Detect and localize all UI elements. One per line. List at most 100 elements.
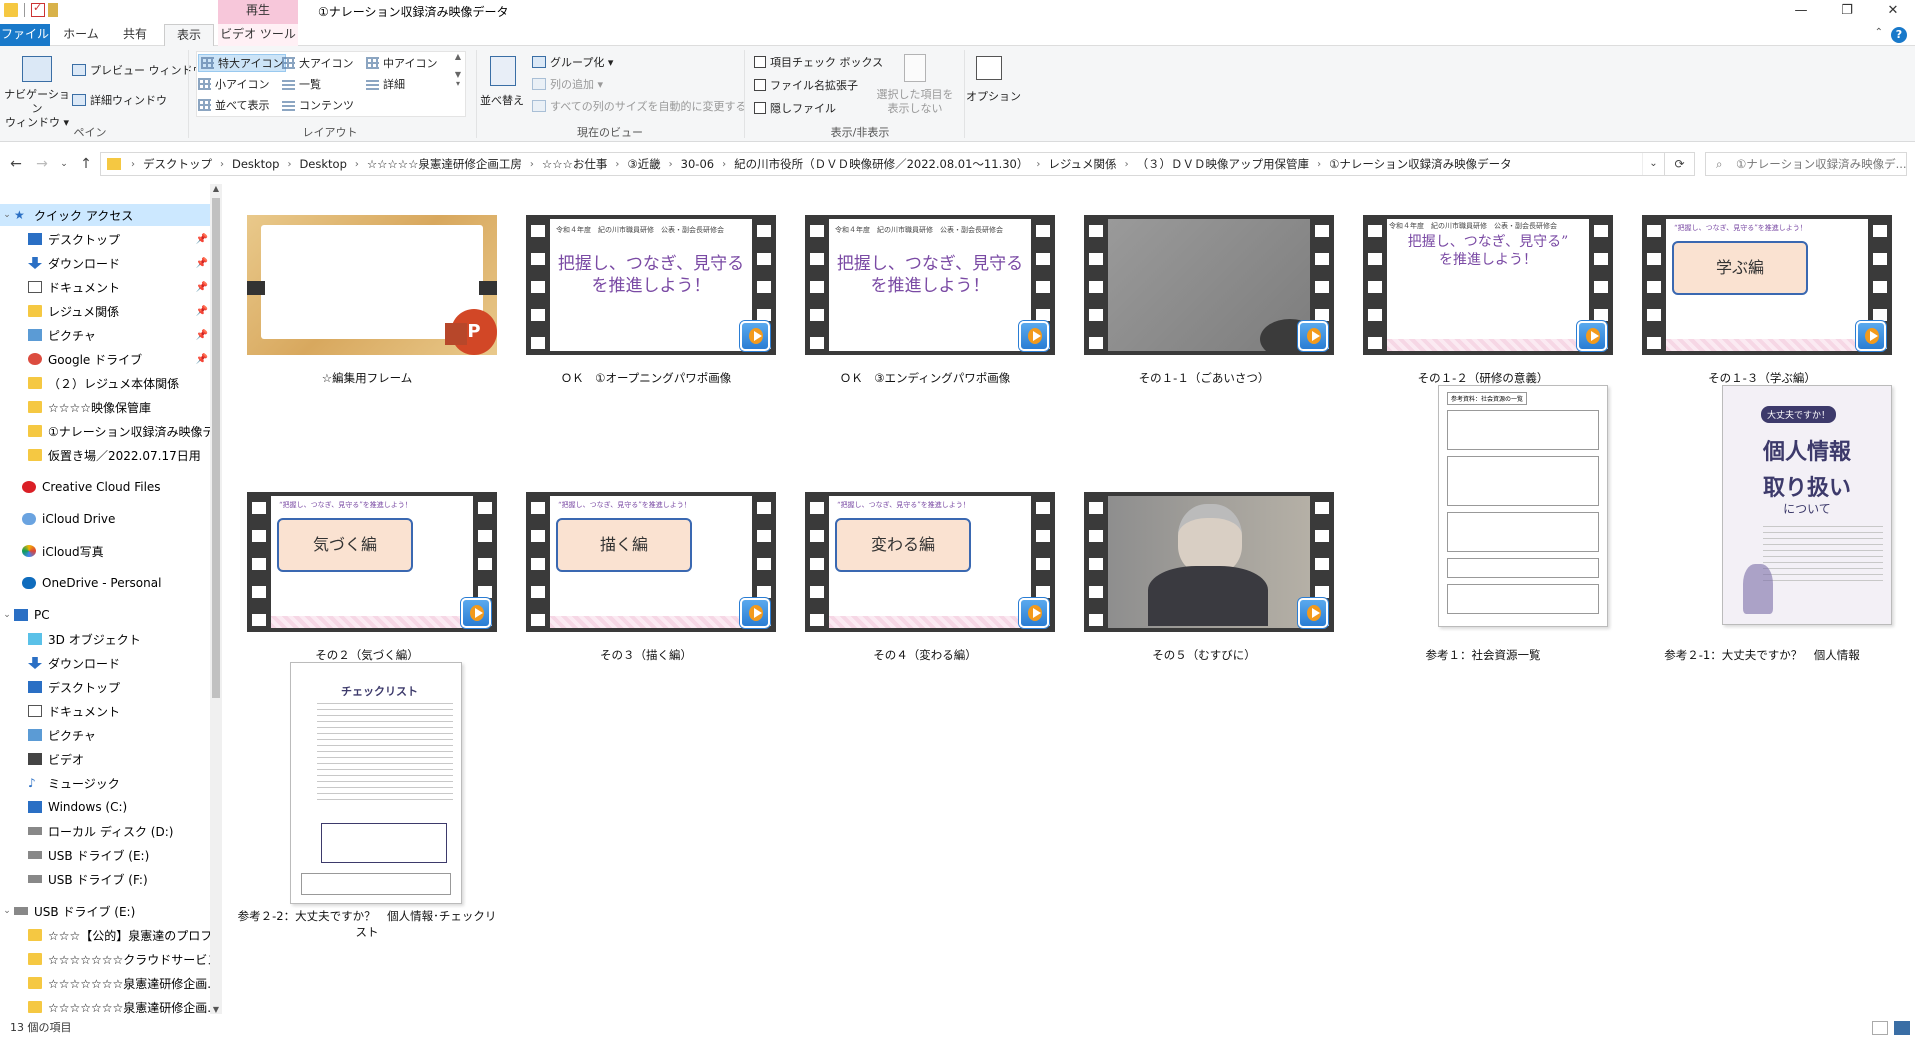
chevron-down-icon[interactable]: ⌄ bbox=[0, 210, 14, 220]
nav-usb-folder[interactable]: ☆☆☆☆☆☆☆クラウドサービス（1 bbox=[0, 948, 210, 970]
maximize-button[interactable]: ❐ bbox=[1824, 0, 1870, 24]
nav-item-resume[interactable]: レジュメ関係 📌 bbox=[0, 300, 210, 322]
breadcrumb[interactable]: デスクトップ bbox=[137, 156, 218, 172]
options-icon[interactable] bbox=[976, 56, 1002, 80]
nav-pc-drive-f[interactable]: USB ドライブ (F:) bbox=[0, 868, 210, 890]
layout-gallery-scroll[interactable]: ▲ ▼ ▾ bbox=[452, 52, 464, 116]
navigation-pane-scrollbar[interactable]: ▲ ▼ bbox=[210, 184, 222, 1014]
up-arrow-icon[interactable]: ↑ bbox=[76, 154, 96, 174]
nav-item-pictures[interactable]: ピクチャ 📌 bbox=[0, 324, 210, 346]
chevron-right-icon[interactable]: › bbox=[720, 159, 728, 170]
close-button[interactable]: ✕ bbox=[1870, 0, 1915, 24]
layout-large-icons[interactable]: 大アイコン bbox=[282, 55, 353, 71]
nav-pc-videos[interactable]: ビデオ bbox=[0, 748, 210, 770]
scroll-down-icon[interactable]: ▼ bbox=[210, 1005, 222, 1014]
file-item[interactable]: 参考資料：社会資源の一覧 参考１：社会資源一覧 bbox=[1348, 385, 1618, 672]
nav-pc-pictures[interactable]: ピクチャ bbox=[0, 724, 210, 746]
forward-arrow-icon[interactable]: → bbox=[32, 154, 52, 174]
checkbox[interactable] bbox=[754, 102, 766, 114]
nav-usb-folder[interactable]: ☆☆☆☆☆☆☆泉憲達研修企画. bbox=[0, 972, 210, 994]
context-tab-play[interactable]: 再生 bbox=[218, 0, 298, 24]
nav-pc-downloads[interactable]: ダウンロード bbox=[0, 652, 210, 674]
file-item[interactable]: “把握し、つなぎ、見守る”を推進しよう！ 変わる編 その４（変わる編） bbox=[790, 492, 1060, 672]
chevron-right-icon[interactable]: › bbox=[218, 159, 226, 170]
file-item[interactable]: 令和４年度 紀の川市職員研修 公表・副会長研修会 把握し、つなぎ、見守る を推進… bbox=[790, 215, 1060, 395]
nav-pc-3d[interactable]: 3D オブジェクト bbox=[0, 628, 210, 650]
nav-icloud-photos[interactable]: iCloud写真 bbox=[0, 540, 210, 562]
nav-item-folder[interactable]: （２）レジュメ本体関係 bbox=[0, 372, 210, 394]
layout-extra-large-icons[interactable]: 特大アイコン bbox=[198, 54, 287, 72]
breadcrumb[interactable]: 30-06 bbox=[675, 157, 720, 171]
nav-quick-access[interactable]: ⌄ ★ クイック アクセス bbox=[0, 204, 210, 226]
add-columns-button[interactable]: 列の追加 ▾ bbox=[532, 76, 603, 92]
chevron-right-icon[interactable]: › bbox=[353, 159, 361, 170]
recent-locations-icon[interactable]: ⌄ bbox=[54, 154, 74, 174]
sort-button[interactable]: 並べ替え bbox=[480, 92, 524, 108]
chevron-down-icon[interactable]: ⌄ bbox=[0, 906, 14, 916]
group-by-button[interactable]: グループ化 ▾ bbox=[532, 54, 613, 70]
file-item[interactable]: チェックリスト 参考２-2：大丈夫ですか？ 個人情報･チェックリスト bbox=[232, 662, 502, 952]
layout-tiles[interactable]: 並べて表示 bbox=[198, 97, 270, 113]
breadcrumb[interactable]: ☆☆☆お仕事 bbox=[536, 156, 613, 172]
details-pane-button[interactable]: 詳細ウィンドウ bbox=[72, 92, 167, 108]
breadcrumb[interactable]: Desktop bbox=[226, 157, 285, 171]
chevron-right-icon[interactable]: › bbox=[1315, 159, 1323, 170]
refresh-icon[interactable]: ⟳ bbox=[1665, 152, 1695, 176]
file-item[interactable]: 大丈夫ですか！ 個人情報 取り扱い について 参考２-1：大丈夫ですか？ 個人情… bbox=[1627, 385, 1897, 672]
navigation-pane-icon[interactable] bbox=[22, 56, 52, 82]
nav-usb-folder[interactable]: ☆☆☆☆☆☆☆泉憲達研修企画. bbox=[0, 996, 210, 1014]
file-item[interactable]: 令和４年度 紀の川市職員研修 公表・副会長研修会 把握し、つなぎ、見守る を推進… bbox=[511, 215, 781, 395]
nav-creative-cloud[interactable]: Creative Cloud Files bbox=[0, 476, 210, 498]
nav-item-desktop[interactable]: デスクトップ 📌 bbox=[0, 228, 210, 250]
file-item[interactable]: その５（むすびに） bbox=[1069, 492, 1339, 672]
nav-usb-folder[interactable]: ☆☆☆【公的】泉憲達のプロフィー bbox=[0, 924, 210, 946]
nav-pc-music[interactable]: ♪ ミュージック bbox=[0, 772, 210, 794]
layout-content[interactable]: コンテンツ bbox=[282, 97, 354, 113]
nav-item-folder[interactable]: ①ナレーション収録済み映像データ bbox=[0, 420, 210, 442]
sort-icon[interactable] bbox=[490, 56, 516, 86]
checkbox[interactable] bbox=[754, 79, 766, 91]
nav-onedrive[interactable]: OneDrive - Personal bbox=[0, 572, 210, 594]
file-item[interactable]: “把握し、つなぎ、見守る”を推進しよう！ 学ぶ編 その１-３（学ぶ編） bbox=[1627, 215, 1897, 395]
properties-icon[interactable] bbox=[31, 1, 45, 17]
breadcrumb[interactable]: ①ナレーション収録済み映像データ bbox=[1323, 156, 1518, 172]
nav-item-google-drive[interactable]: Google ドライブ 📌 bbox=[0, 348, 210, 370]
chevron-right-icon[interactable]: › bbox=[129, 159, 137, 170]
layout-medium-icons[interactable]: 中アイコン bbox=[366, 55, 437, 71]
file-extensions-toggle[interactable]: ファイル名拡張子 bbox=[754, 77, 858, 93]
nav-item-folder[interactable]: ☆☆☆☆映像保管庫 bbox=[0, 396, 210, 418]
nav-icloud-drive[interactable]: iCloud Drive bbox=[0, 508, 210, 530]
nav-pc-documents[interactable]: ドキュメント bbox=[0, 700, 210, 722]
breadcrumb[interactable]: （３）ＤＶＤ映像アップ用保管庫 bbox=[1131, 156, 1316, 172]
tab-view[interactable]: 表示 bbox=[164, 24, 214, 47]
chevron-right-icon[interactable]: › bbox=[613, 159, 621, 170]
nav-item-folder[interactable]: 仮置き場／2022.07.17日用 bbox=[0, 444, 210, 466]
hidden-items-toggle[interactable]: 隠しファイル bbox=[754, 100, 836, 116]
preview-pane-button[interactable]: プレビュー ウィンドウ bbox=[72, 62, 204, 78]
layout-list[interactable]: 一覧 bbox=[282, 76, 321, 92]
scroll-up-icon[interactable]: ▲ bbox=[210, 184, 222, 193]
details-view-icon[interactable] bbox=[1872, 1021, 1888, 1035]
search-input[interactable]: ⌕ ①ナレーション収録済み映像デ... bbox=[1705, 152, 1907, 176]
collapse-ribbon-icon[interactable]: ⌃ bbox=[1875, 27, 1883, 38]
chevron-right-icon[interactable]: › bbox=[528, 159, 536, 170]
file-item[interactable]: 令和４年度 紀の川市職員研修 公表・副会長研修会 把握し、つなぎ、見守る” を推… bbox=[1348, 215, 1618, 395]
tab-home[interactable]: ホーム bbox=[56, 24, 106, 46]
nav-pc-drive-d[interactable]: ローカル ディスク (D:) bbox=[0, 820, 210, 842]
chevron-right-icon[interactable]: › bbox=[1123, 159, 1131, 170]
nav-pc-drive-c[interactable]: Windows (C:) bbox=[0, 796, 210, 818]
nav-item-documents[interactable]: ドキュメント 📌 bbox=[0, 276, 210, 298]
nav-pc[interactable]: ⌄ PC bbox=[0, 604, 210, 626]
item-checkboxes-toggle[interactable]: 項目チェック ボックス bbox=[754, 54, 883, 70]
tab-video-tools[interactable]: ビデオ ツール bbox=[218, 24, 298, 46]
scrollbar-thumb[interactable] bbox=[212, 198, 220, 698]
layout-small-icons[interactable]: 小アイコン bbox=[198, 76, 269, 92]
nav-item-downloads[interactable]: ダウンロード 📌 bbox=[0, 252, 210, 274]
address-bar[interactable]: › デスクトップ › Desktop › Desktop › ☆☆☆☆☆泉憲達研修企画… bbox=[100, 152, 1665, 176]
chevron-right-icon[interactable]: › bbox=[285, 159, 293, 170]
nav-pc-desktop[interactable]: デスクトップ bbox=[0, 676, 210, 698]
minimize-button[interactable]: — bbox=[1778, 0, 1824, 24]
options-button[interactable]: オプション bbox=[966, 88, 1021, 104]
nav-usb-drive[interactable]: ⌄ USB ドライブ (E:) bbox=[0, 900, 210, 922]
back-arrow-icon[interactable]: ← bbox=[6, 154, 26, 174]
